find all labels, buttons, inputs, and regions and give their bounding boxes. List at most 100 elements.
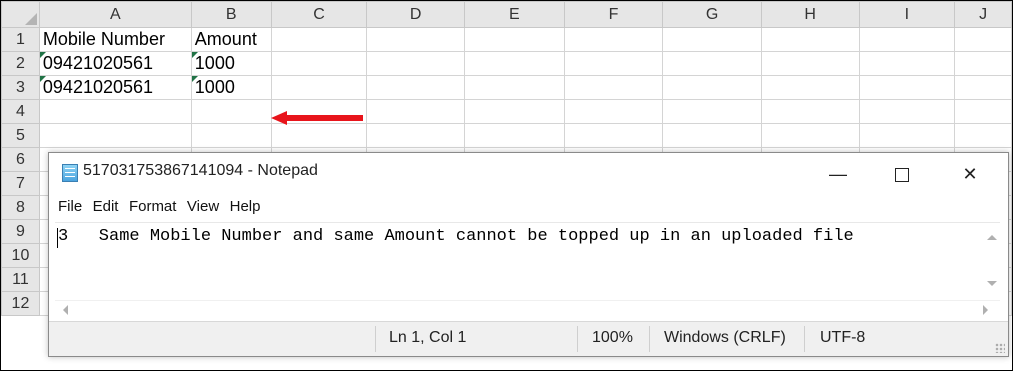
select-all-corner[interactable] xyxy=(1,1,40,28)
cell-empty[interactable] xyxy=(270,123,368,148)
cell-empty[interactable] xyxy=(760,99,860,124)
cell-h1[interactable] xyxy=(760,27,860,52)
cell-e2[interactable] xyxy=(464,51,565,76)
cell-d1[interactable] xyxy=(366,27,466,52)
scroll-right-arrow-icon[interactable] xyxy=(983,305,988,315)
cell-empty[interactable] xyxy=(858,123,956,148)
cell-a2-text: 09421020561 xyxy=(42,53,154,73)
row-header-1[interactable]: 1 xyxy=(1,27,40,52)
minimize-button[interactable]: — xyxy=(815,159,861,189)
cell-i1[interactable] xyxy=(858,27,956,52)
cell-b3[interactable]: 1000 xyxy=(190,75,272,100)
cell-a3-text: 09421020561 xyxy=(42,77,154,97)
cell-g2[interactable] xyxy=(662,51,762,76)
row-header-10[interactable]: 10 xyxy=(1,243,40,268)
scroll-down-arrow-icon[interactable] xyxy=(987,281,997,286)
cell-g3[interactable] xyxy=(662,75,762,100)
column-header-g[interactable]: G xyxy=(662,1,762,28)
cell-a1[interactable]: Mobile Number xyxy=(38,27,192,52)
cell-empty[interactable] xyxy=(38,99,192,124)
row-header-3[interactable]: 3 xyxy=(1,75,40,100)
row-header-6[interactable]: 6 xyxy=(1,147,40,172)
red-arrow-icon xyxy=(271,111,363,125)
row-header-4[interactable]: 4 xyxy=(1,99,40,124)
text-number-indicator-icon xyxy=(191,76,198,82)
notepad-titlebar[interactable]: 517031753867141094 - Notepad — ✕ xyxy=(49,153,1008,193)
cell-e3[interactable] xyxy=(464,75,565,100)
column-header-i[interactable]: I xyxy=(858,1,956,28)
cell-i2[interactable] xyxy=(858,51,956,76)
cell-e1[interactable] xyxy=(464,27,565,52)
row-header-11[interactable]: 11 xyxy=(1,267,40,292)
cell-j1[interactable] xyxy=(954,27,1012,52)
window-title: 517031753867141094 - Notepad xyxy=(83,162,318,179)
menu-edit[interactable]: Edit xyxy=(90,198,122,215)
vertical-scrollbar[interactable] xyxy=(982,223,1002,297)
cell-f2[interactable] xyxy=(563,51,664,76)
cell-d3[interactable] xyxy=(366,75,466,100)
cell-empty[interactable] xyxy=(464,99,565,124)
row-header-2[interactable]: 2 xyxy=(1,51,40,76)
cell-c2[interactable] xyxy=(270,51,368,76)
menu-view[interactable]: View xyxy=(184,198,222,215)
cell-empty[interactable] xyxy=(563,123,664,148)
cell-empty[interactable] xyxy=(858,99,956,124)
resize-grip-icon[interactable] xyxy=(995,343,1005,353)
menu-format[interactable]: Format xyxy=(126,198,180,215)
cell-empty[interactable] xyxy=(366,99,466,124)
cell-b1[interactable]: Amount xyxy=(190,27,272,52)
column-header-b[interactable]: B xyxy=(190,1,272,28)
cell-empty[interactable] xyxy=(563,99,664,124)
cell-h2[interactable] xyxy=(760,51,860,76)
cell-i3[interactable] xyxy=(858,75,956,100)
row-header-8[interactable]: 8 xyxy=(1,195,40,220)
cell-empty[interactable] xyxy=(190,123,272,148)
cell-empty[interactable] xyxy=(38,123,192,148)
menu-file[interactable]: File xyxy=(55,198,85,215)
close-button[interactable]: ✕ xyxy=(947,159,993,189)
cell-empty[interactable] xyxy=(366,123,466,148)
status-separator xyxy=(804,326,805,352)
column-header-d[interactable]: D xyxy=(366,1,466,28)
cell-empty[interactable] xyxy=(662,99,762,124)
horizontal-scrollbar[interactable] xyxy=(55,300,1000,319)
cell-a2[interactable]: 09421020561 xyxy=(38,51,192,76)
cell-g1[interactable] xyxy=(662,27,762,52)
cell-empty[interactable] xyxy=(954,99,1012,124)
column-header-e[interactable]: E xyxy=(464,1,565,28)
cell-j2[interactable] xyxy=(954,51,1012,76)
column-header-a[interactable]: A xyxy=(38,1,192,28)
cell-f1[interactable] xyxy=(563,27,664,52)
row-header-5[interactable]: 5 xyxy=(1,123,40,148)
cell-empty[interactable] xyxy=(464,123,565,148)
column-header-h[interactable]: H xyxy=(760,1,860,28)
row-header-7[interactable]: 7 xyxy=(1,171,40,196)
cell-f3[interactable] xyxy=(563,75,664,100)
cell-empty[interactable] xyxy=(760,123,860,148)
column-header-j[interactable]: J xyxy=(954,1,1012,28)
cell-j3[interactable] xyxy=(954,75,1012,100)
cell-a3[interactable]: 09421020561 xyxy=(38,75,192,100)
cell-c1[interactable] xyxy=(270,27,368,52)
column-header-f[interactable]: F xyxy=(563,1,664,28)
row-header-9[interactable]: 9 xyxy=(1,219,40,244)
notepad-window[interactable]: 517031753867141094 - Notepad — ✕ File Ed… xyxy=(48,152,1009,357)
column-header-c[interactable]: C xyxy=(270,1,368,28)
notepad-icon xyxy=(62,164,78,182)
menu-help[interactable]: Help xyxy=(227,198,264,215)
scroll-left-arrow-icon[interactable] xyxy=(63,305,68,315)
scroll-up-arrow-icon[interactable] xyxy=(987,235,997,240)
cell-h3[interactable] xyxy=(760,75,860,100)
cell-c3[interactable] xyxy=(270,75,368,100)
maximize-button[interactable] xyxy=(879,159,925,189)
status-bar: Ln 1, Col 1 100% Windows (CRLF) UTF-8 xyxy=(49,321,1008,356)
row-header-12[interactable]: 12 xyxy=(1,291,40,316)
status-separator xyxy=(375,326,376,352)
cell-b2[interactable]: 1000 xyxy=(190,51,272,76)
text-editor[interactable]: 3 Same Mobile Number and same Amount can… xyxy=(55,222,1000,301)
cell-empty[interactable] xyxy=(954,123,1012,148)
cursor-position: Ln 1, Col 1 xyxy=(389,329,467,346)
cell-empty[interactable] xyxy=(190,99,272,124)
cell-empty[interactable] xyxy=(662,123,762,148)
cell-d2[interactable] xyxy=(366,51,466,76)
